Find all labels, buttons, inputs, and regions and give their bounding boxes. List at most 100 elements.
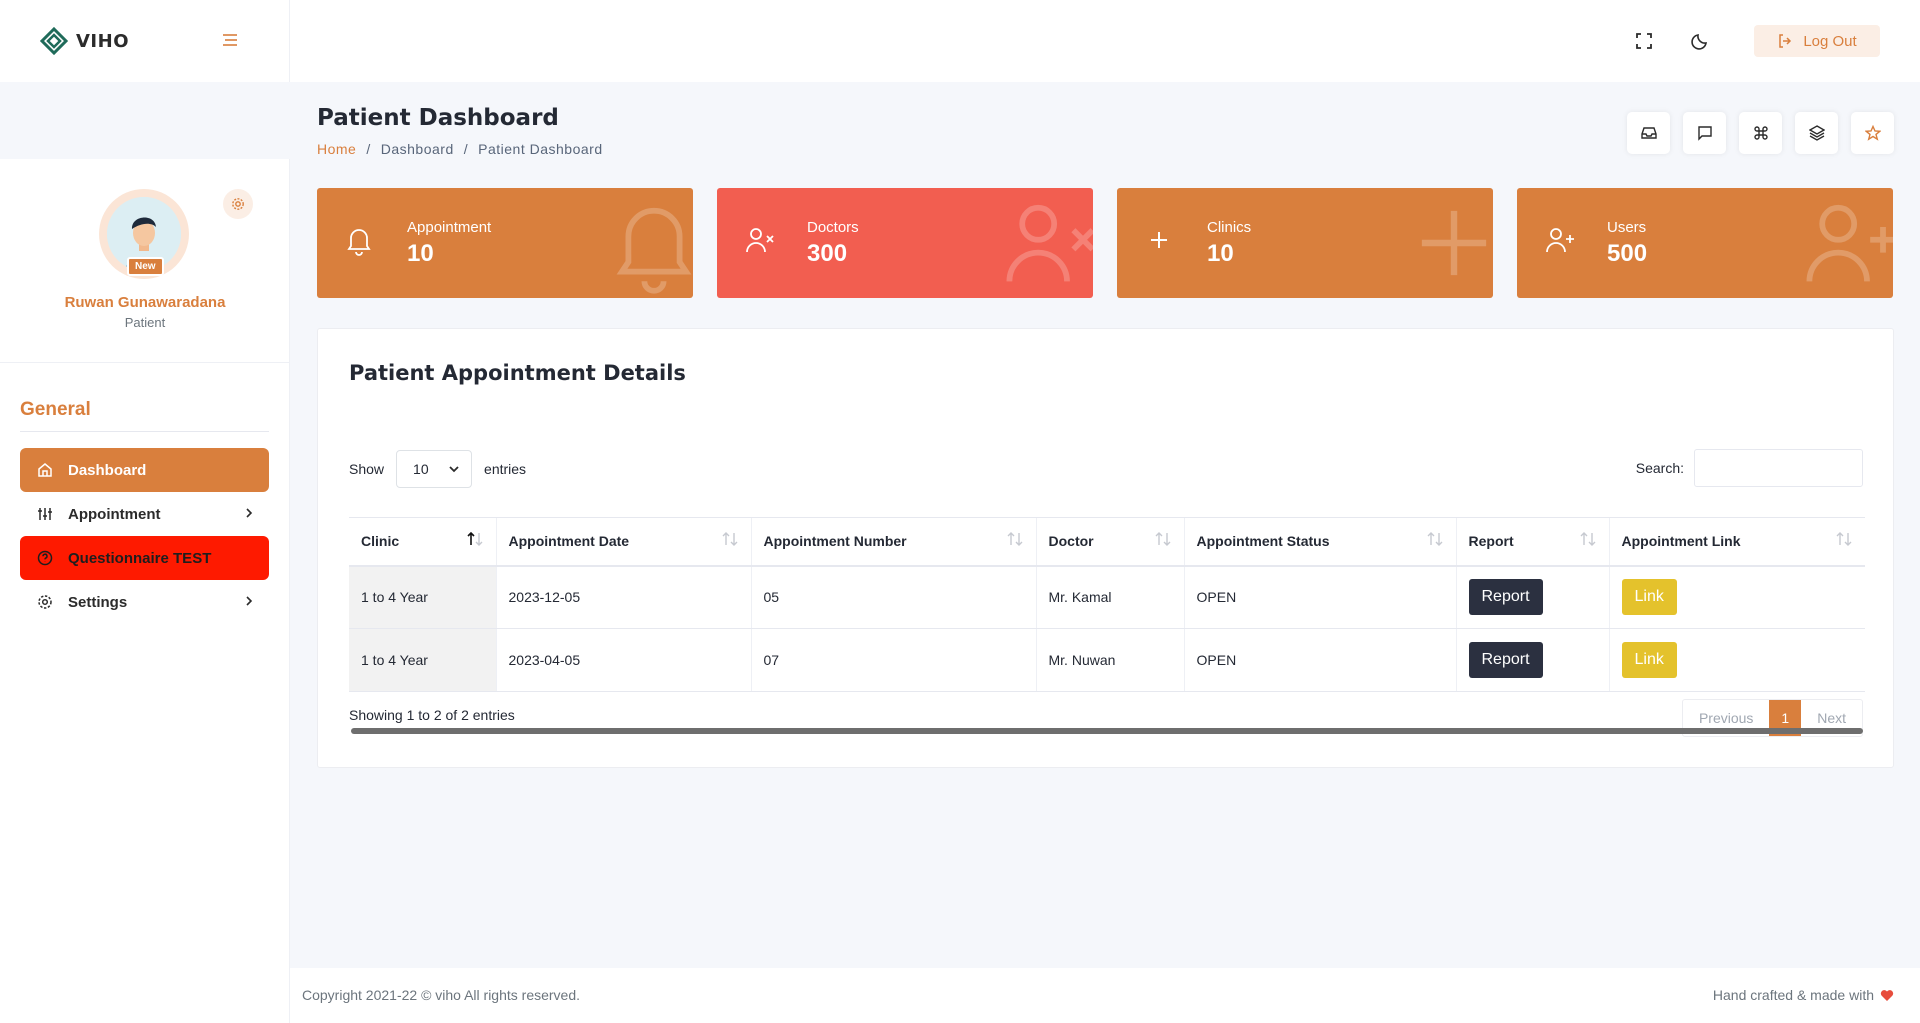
sidebar-item-appointment[interactable]: Appointment bbox=[20, 492, 269, 536]
entries-length-control: Show 10 entries bbox=[349, 450, 526, 488]
new-badge: New bbox=[127, 257, 164, 276]
appointments-table: Clinic Appointment Date Appointment Numb… bbox=[349, 517, 1865, 692]
cell-report: Report bbox=[1455, 628, 1609, 692]
breadcrumb-home[interactable]: Home bbox=[317, 141, 356, 157]
sidebar-item-dashboard[interactable]: Dashboard bbox=[20, 448, 269, 492]
sort-icon bbox=[1580, 532, 1595, 546]
entries-select[interactable]: 10 bbox=[396, 450, 473, 488]
sidebar-item-label: Dashboard bbox=[68, 461, 147, 479]
sidebar-item-label: Questionnaire TEST bbox=[68, 549, 212, 567]
column-header-appointment-link[interactable]: Appointment Link bbox=[1608, 517, 1865, 567]
stat-label: Appointment bbox=[407, 219, 492, 236]
table-search: Search: bbox=[1636, 449, 1863, 487]
breadcrumb-dashboard[interactable]: Dashboard bbox=[381, 141, 454, 157]
logo-text: VIHO bbox=[76, 30, 129, 52]
header-actions: Log Out bbox=[1616, 25, 1880, 57]
home-icon bbox=[36, 461, 54, 479]
sidebar: New Ruwan Gunawaradana Patient General D… bbox=[0, 159, 290, 1023]
column-header-doctor[interactable]: Doctor bbox=[1035, 517, 1184, 567]
sidebar-item-label: Settings bbox=[68, 593, 128, 611]
footer-copyright: Copyright 2021-22 © viho All rights rese… bbox=[302, 987, 581, 1003]
stat-card-doctors[interactable]: Doctors 300 bbox=[717, 188, 1093, 298]
horizontal-scrollbar[interactable] bbox=[351, 728, 1863, 734]
show-label: Show bbox=[349, 461, 385, 477]
report-button[interactable]: Report bbox=[1468, 642, 1543, 678]
breadcrumb-current: Patient Dashboard bbox=[478, 141, 603, 157]
layers-icon[interactable] bbox=[1795, 112, 1838, 154]
cell-doctor: Mr. Kamal bbox=[1035, 565, 1184, 629]
table-row: 1 to 4 Year 2023-04-05 07 Mr. Nuwan OPEN… bbox=[349, 628, 1865, 692]
breadcrumb-separator: / bbox=[463, 141, 469, 157]
report-button[interactable]: Report bbox=[1468, 579, 1543, 616]
top-header: VIHO Log Out bbox=[0, 0, 1920, 82]
stat-value: 10 bbox=[1207, 240, 1234, 267]
sort-ascending-icon bbox=[466, 531, 482, 546]
inbox-icon[interactable] bbox=[1627, 112, 1670, 154]
stat-card-appointment[interactable]: Appointment 10 bbox=[317, 188, 693, 298]
breadcrumb: Home / Dashboard / Patient Dashboard bbox=[317, 141, 603, 157]
footer-crafted-text: Hand crafted & made with bbox=[1712, 987, 1874, 1003]
command-icon[interactable] bbox=[1739, 112, 1782, 154]
stat-label: Doctors bbox=[807, 219, 859, 236]
star-icon[interactable] bbox=[1851, 112, 1894, 154]
stat-card-users[interactable]: Users 500 bbox=[1517, 188, 1893, 298]
sliders-icon bbox=[36, 505, 54, 523]
footer: Copyright 2021-22 © viho All rights rese… bbox=[290, 968, 1920, 1023]
sort-icon bbox=[1836, 532, 1852, 546]
user-plus-icon bbox=[1545, 226, 1575, 259]
stat-label: Clinics bbox=[1207, 219, 1252, 236]
sort-icon bbox=[722, 532, 737, 546]
dark-mode-moon-icon[interactable] bbox=[1672, 25, 1728, 57]
profile-name[interactable]: Ruwan Gunawaradana bbox=[0, 294, 290, 311]
cell-number: 05 bbox=[750, 565, 1036, 629]
cell-report: Report bbox=[1455, 565, 1609, 629]
profile-settings-gear-icon[interactable] bbox=[223, 189, 253, 219]
cell-clinic: 1 to 4 Year bbox=[349, 628, 496, 692]
column-header-label: Appointment Date bbox=[508, 533, 630, 550]
entries-label: entries bbox=[484, 461, 527, 477]
column-header-label: Appointment Status bbox=[1196, 533, 1330, 550]
column-header-label: Appointment Number bbox=[763, 533, 907, 550]
link-button[interactable]: Link bbox=[1621, 642, 1677, 678]
stat-card-clinics[interactable]: Clinics 10 bbox=[1117, 188, 1493, 298]
cell-date: 2023-12-05 bbox=[495, 565, 751, 629]
sidebar-item-label: Appointment bbox=[68, 505, 161, 523]
column-header-clinic[interactable]: Clinic bbox=[349, 517, 496, 567]
nav-section-general: General Dashboard Appointment Questionna… bbox=[0, 399, 289, 624]
sort-icon bbox=[1007, 532, 1022, 546]
cell-status: OPEN bbox=[1183, 565, 1456, 629]
heart-icon bbox=[1880, 989, 1894, 1001]
column-header-appointment-date[interactable]: Appointment Date bbox=[495, 517, 751, 567]
link-button[interactable]: Link bbox=[1621, 579, 1677, 616]
column-header-report[interactable]: Report bbox=[1455, 517, 1609, 567]
sidebar-item-questionnaire[interactable]: Questionnaire TEST bbox=[20, 536, 269, 580]
page-title: Patient Dashboard bbox=[317, 105, 559, 131]
profile-role: Patient bbox=[124, 315, 166, 330]
user-x-icon bbox=[1003, 198, 1093, 293]
logo-icon bbox=[40, 27, 68, 55]
logout-button[interactable]: Log Out bbox=[1754, 25, 1880, 57]
column-header-appointment-status[interactable]: Appointment Status bbox=[1183, 517, 1456, 567]
user-plus-icon bbox=[1803, 198, 1893, 293]
gear-icon bbox=[36, 593, 54, 611]
logo[interactable]: VIHO bbox=[40, 27, 129, 55]
search-input[interactable] bbox=[1694, 449, 1863, 487]
search-label: Search: bbox=[1635, 460, 1684, 476]
cell-clinic: 1 to 4 Year bbox=[349, 565, 496, 629]
fullscreen-icon[interactable] bbox=[1616, 25, 1672, 57]
column-header-label: Report bbox=[1468, 533, 1514, 550]
sidebar-item-settings[interactable]: Settings bbox=[20, 580, 269, 624]
menu-toggle-icon[interactable] bbox=[222, 33, 238, 52]
sort-icon bbox=[1427, 532, 1442, 546]
column-header-appointment-number[interactable]: Appointment Number bbox=[750, 517, 1036, 567]
plus-icon bbox=[1145, 226, 1173, 259]
stat-value: 300 bbox=[807, 240, 848, 267]
sort-icon bbox=[1155, 532, 1170, 546]
bookmark-toolbar bbox=[1627, 112, 1894, 154]
column-header-label: Appointment Link bbox=[1621, 533, 1741, 550]
cell-date: 2023-04-05 bbox=[495, 628, 751, 692]
message-square-icon[interactable] bbox=[1683, 112, 1726, 154]
profile-card: New Ruwan Gunawaradana Patient bbox=[0, 159, 289, 363]
nav-section-title: General bbox=[20, 399, 269, 432]
logout-label: Log Out bbox=[1803, 32, 1857, 50]
